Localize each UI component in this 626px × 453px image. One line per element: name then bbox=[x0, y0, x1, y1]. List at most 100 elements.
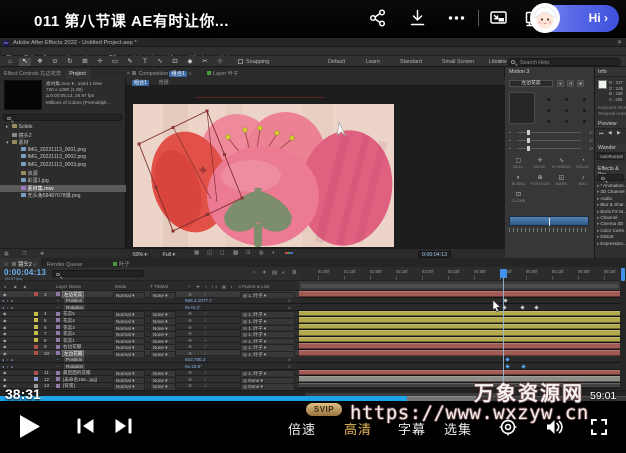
anchor-dot[interactable] bbox=[547, 98, 550, 101]
timeline-switch-icon[interactable]: ◐ bbox=[282, 270, 285, 276]
property-value[interactable]: 0x-23.5° bbox=[185, 364, 202, 369]
speed-button[interactable]: 倍速 bbox=[288, 419, 316, 438]
label-color-chip[interactable] bbox=[34, 325, 38, 329]
home-tool[interactable]: ⌂ bbox=[4, 58, 16, 66]
label-color-chip[interactable] bbox=[34, 377, 38, 381]
timeline-scrollbar-thumb[interactable] bbox=[621, 268, 625, 281]
crumb-comp[interactable]: 组合1 bbox=[132, 80, 149, 86]
project-item[interactable]: ▾素材 bbox=[0, 139, 126, 147]
timeline-layer-row[interactable]: ◉ 5 花蕊4 Normal ▾ None ▾ ⊕ ∕ ◎ 1. 叶子 ▾ bbox=[0, 317, 299, 324]
eye-icon[interactable]: ◉ bbox=[3, 370, 7, 375]
rotate-tool[interactable]: ↻ bbox=[64, 58, 76, 66]
tab-project[interactable]: Project bbox=[65, 69, 90, 79]
project-item[interactable]: IMG_20221113_0001.png bbox=[0, 147, 126, 155]
motion-slider[interactable]: •↻ bbox=[509, 145, 593, 152]
download-icon[interactable] bbox=[408, 8, 428, 28]
keyframe[interactable] bbox=[504, 299, 508, 303]
motion-button-dynamic[interactable]: ∿DYNAMIC bbox=[551, 157, 572, 172]
workspace-overflow-icon[interactable]: ≫ bbox=[497, 59, 503, 65]
anchor-dot[interactable] bbox=[547, 109, 550, 112]
motion-slider[interactable]: •↻ bbox=[509, 129, 593, 136]
pen-tool[interactable]: ✎ bbox=[124, 58, 136, 66]
camera-view-icon[interactable]: ⊡ bbox=[246, 250, 251, 256]
zoom-tool[interactable]: ⊙ bbox=[49, 58, 61, 66]
project-item[interactable]: IMG_20221113_0003.png bbox=[0, 162, 126, 170]
tab-wander[interactable]: Wander bbox=[595, 143, 626, 153]
camera-tool[interactable]: ⊞ bbox=[79, 58, 91, 66]
grid-guides-icon[interactable]: ▦ bbox=[194, 250, 199, 256]
timeline-switch-icon[interactable]: ≣ bbox=[292, 270, 297, 276]
motion-button-mask[interactable]: ◱MASK bbox=[551, 174, 572, 189]
property-value[interactable]: 843,780.3 bbox=[185, 357, 205, 362]
search-help-input[interactable]: Search Help bbox=[507, 58, 621, 66]
timeline-tab-comp[interactable]: ✕ 镜头2 ≡ bbox=[0, 258, 41, 267]
composition-canvas[interactable] bbox=[133, 104, 394, 247]
region-of-interest-icon[interactable]: ◻ bbox=[220, 250, 225, 256]
motion-small-button[interactable]: ⌖ bbox=[557, 80, 564, 87]
roto-brush-tool[interactable]: ✂ bbox=[199, 58, 211, 66]
eye-icon[interactable]: ◉ bbox=[3, 344, 7, 349]
account-pill[interactable]: Hi › bbox=[531, 5, 619, 32]
hand-tool[interactable]: ✥ bbox=[34, 58, 46, 66]
workspace-3[interactable]: Small Screen bbox=[442, 59, 474, 65]
anchor-point-grid[interactable] bbox=[541, 92, 593, 124]
pan-behind-tool[interactable]: ✛ bbox=[94, 58, 106, 66]
eye-icon[interactable]: ◉ bbox=[3, 318, 7, 323]
eraser-tool[interactable]: ◆ bbox=[184, 58, 196, 66]
stopwatch-icon[interactable]: ◔ bbox=[56, 298, 59, 303]
label-color-chip[interactable] bbox=[34, 351, 38, 355]
motion-button-blend[interactable]: ◐BLEND bbox=[508, 174, 529, 189]
eye-icon[interactable]: ◉ bbox=[3, 351, 7, 356]
layer-track[interactable] bbox=[299, 317, 620, 324]
motion-range-slider[interactable] bbox=[509, 216, 589, 226]
puppet-pin-tool[interactable]: ⊹ bbox=[214, 58, 226, 66]
tab-motion[interactable]: Motion 3 bbox=[509, 69, 529, 75]
project-item[interactable]: 资源 bbox=[0, 170, 126, 178]
mask-visibility-icon[interactable]: ◱ bbox=[207, 250, 212, 256]
motion-button-position[interactable]: ⊕POSITION bbox=[530, 174, 551, 189]
type-tool[interactable]: T bbox=[139, 58, 151, 66]
timeline-switch-icon[interactable]: ◔ bbox=[252, 270, 255, 276]
more-icon[interactable] bbox=[447, 8, 467, 28]
anchor-dot[interactable] bbox=[583, 109, 586, 112]
timeline-layer-row[interactable]: ◉ 13 [背景] Normal ▾ None ▾ ⊕ ∕ ◎ None ▾ bbox=[0, 383, 299, 390]
layer-track[interactable] bbox=[299, 350, 620, 357]
effects-category[interactable]: ▸Boris FX M… bbox=[595, 209, 626, 215]
label-color-chip[interactable] bbox=[34, 331, 38, 335]
keyframe[interactable] bbox=[521, 364, 525, 368]
snapping-checkbox[interactable] bbox=[238, 59, 243, 64]
anchor-dot[interactable] bbox=[565, 109, 568, 112]
project-search-input[interactable] bbox=[3, 114, 122, 121]
effects-category[interactable]: ▸Cinema 4D bbox=[595, 221, 626, 227]
work-area-bar[interactable] bbox=[299, 281, 620, 291]
preview-transport-icon[interactable]: ⏮ bbox=[599, 131, 603, 137]
fullscreen-icon[interactable] bbox=[590, 418, 608, 441]
layer-name[interactable]: [背景] bbox=[63, 383, 75, 389]
motion-button-move[interactable]: ✛MOVE bbox=[530, 157, 551, 172]
eye-icon[interactable]: ◉ bbox=[3, 311, 7, 316]
timeline-ruler[interactable]: 01:00f01:15f02:00f02:15f03:00f03:15f04:0… bbox=[299, 267, 620, 281]
tab-effect-controls[interactable]: Effect Controls 左边花蕊 bbox=[0, 67, 65, 77]
effects-category[interactable]: ▸3D Channel bbox=[595, 189, 626, 195]
transparency-grid-icon[interactable]: ▩ bbox=[233, 250, 238, 256]
magnification-dropdown[interactable]: 50% ▾ bbox=[130, 251, 150, 258]
preview-transport-icon[interactable]: ◀ bbox=[608, 131, 612, 136]
effects-search-input[interactable] bbox=[597, 174, 624, 181]
property-value[interactable]: 566.2,1077.7 bbox=[185, 298, 212, 303]
project-item[interactable]: 无头兔58487678饿.png bbox=[0, 192, 126, 200]
project-item[interactable]: 镜头2 bbox=[0, 132, 126, 140]
motion-button-midi[interactable]: ♪MIDI bbox=[573, 174, 594, 189]
exposure-icon[interactable]: ◐ bbox=[272, 250, 275, 256]
preview-transport-icon[interactable]: ▶ bbox=[617, 131, 621, 136]
keyframe[interactable] bbox=[505, 357, 509, 361]
ae-close-icon[interactable]: ✕ bbox=[617, 39, 622, 46]
add-keyframe-icon[interactable]: ⬦ bbox=[288, 364, 291, 369]
pip-icon[interactable] bbox=[489, 8, 509, 28]
label-color-chip[interactable] bbox=[34, 312, 38, 316]
motion-button-null[interactable]: ▢NULL bbox=[508, 157, 529, 172]
keyframe[interactable] bbox=[534, 305, 538, 309]
add-keyframe-icon[interactable]: ⬦ bbox=[288, 298, 291, 303]
eye-icon[interactable]: ◉ bbox=[3, 292, 7, 297]
eye-icon[interactable]: ◉ bbox=[3, 331, 7, 336]
timeline-switch-icon[interactable]: ▤ bbox=[272, 270, 277, 276]
